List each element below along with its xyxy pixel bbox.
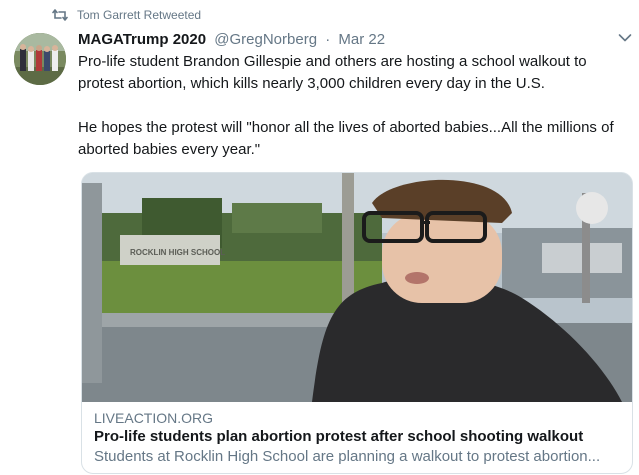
school-sign-text: ROCKLIN HIGH SCHOOL [130,248,225,257]
card-title[interactable]: Pro-life students plan abortion protest … [94,427,624,447]
retweet-context: Tom Garrett Retweeted [52,8,201,22]
retweet-label[interactable]: Tom Garrett Retweeted [77,8,201,22]
card-body: LIVEACTION.ORG Pro-life students plan ab… [94,409,624,467]
tweet-date[interactable]: Mar 22 [338,31,385,48]
tweet-text: Pro-life student Brandon Gillespie and o… [78,51,634,183]
author-handle[interactable]: @GregNorberg [214,31,317,48]
link-card[interactable]: ROCKLIN HIGH SCHOOL LIVEACTION.ORG Pro-l… [81,172,633,474]
card-image: ROCKLIN HIGH SCHOOL [82,173,632,402]
tweet-paragraph-1: Pro-life student Brandon Gillespie and o… [78,53,587,92]
avatar[interactable] [14,33,66,85]
separator-dot: · [325,31,331,48]
retweet-icon [52,9,68,21]
tweet-paragraph-2: He hopes the protest will "honor all the… [78,119,614,158]
author-name[interactable]: MAGATrump 2020 [78,31,206,48]
chevron-down-icon[interactable] [618,33,632,43]
card-description: Students at Rocklin High School are plan… [94,448,601,465]
card-domain: LIVEACTION.ORG [94,410,214,426]
tweet-header: MAGATrump 2020 @GregNorberg · Mar 22 [78,30,629,50]
